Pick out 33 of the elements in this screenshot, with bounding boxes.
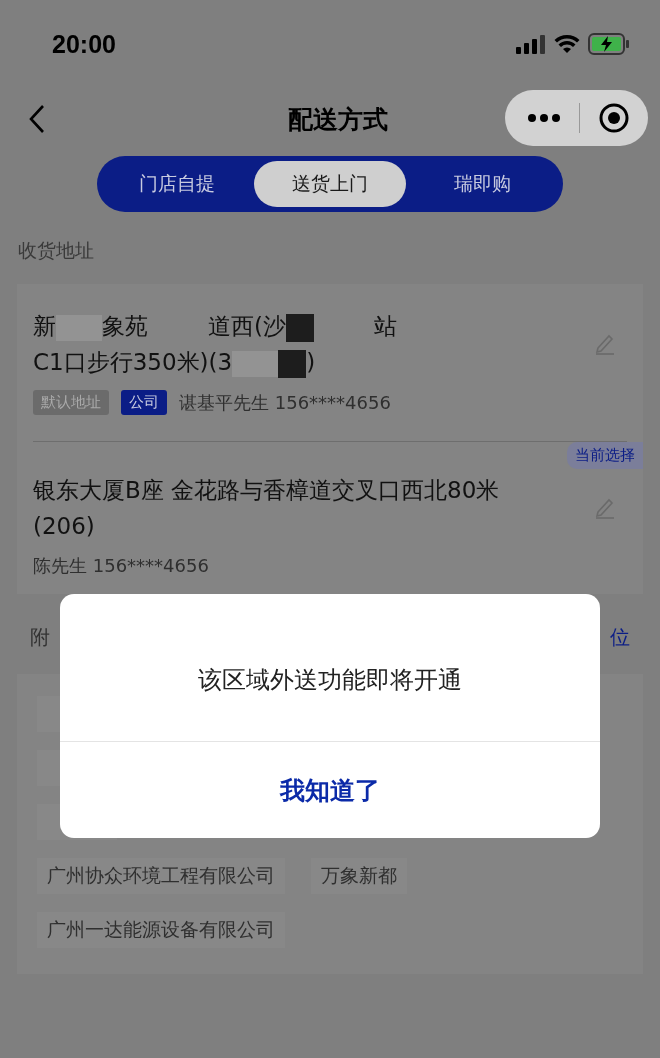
place-chip[interactable]: 万象新都 (311, 858, 407, 894)
page-title: 配送方式 (288, 103, 388, 136)
address-text: C1口步行350米)(3 (33, 349, 233, 375)
company-tag: 公司 (121, 390, 167, 415)
contact-text: 谌基平先生 156****4656 (179, 390, 391, 415)
delivery-tab[interactable]: 送货上门 (253, 161, 407, 207)
back-icon[interactable] (28, 104, 46, 134)
wifi-icon (554, 34, 580, 54)
contact-text: 陈先生 156****4656 (33, 554, 209, 578)
target-icon[interactable] (598, 102, 630, 134)
delivery-tab[interactable]: 瑞即购 (406, 161, 559, 207)
more-icon[interactable] (527, 113, 561, 123)
address-text: 银东大厦B座 金花路与香樟道交叉口西北80米(206) (33, 477, 500, 539)
signal-icon (516, 34, 546, 54)
battery-icon (588, 33, 630, 55)
address-text: 象苑 (102, 313, 148, 339)
address-text: 站 (374, 313, 397, 339)
dialog-message: 该区域外送功能即将开通 (60, 594, 600, 742)
address-text: ) (306, 349, 316, 375)
delivery-tab[interactable]: 门店自提 (101, 161, 254, 207)
status-time: 20:00 (52, 29, 116, 59)
default-tag: 默认地址 (33, 390, 109, 415)
current-badge: 当前选择 (567, 442, 643, 469)
redaction-blur (232, 350, 279, 377)
confirm-button[interactable]: 我知道了 (60, 742, 600, 838)
address-text: 新 (33, 313, 56, 339)
place-chip[interactable]: 广州一达能源设备有限公司 (37, 912, 285, 948)
redaction-block (278, 349, 307, 378)
section-title: 收货地址 (18, 238, 95, 263)
place-chip[interactable]: 广州协众环境工程有限公司 (37, 858, 285, 894)
address-text: 道西(沙 (208, 313, 286, 339)
redaction-block (286, 313, 314, 342)
nearby-title: 附 (30, 624, 50, 650)
